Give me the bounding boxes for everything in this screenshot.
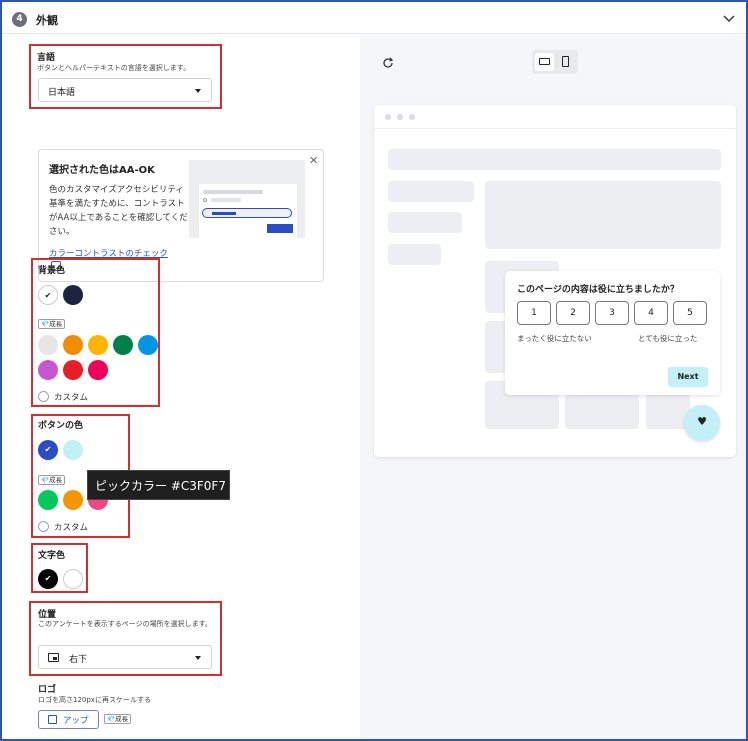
chevron-down-icon[interactable] [722,11,736,25]
contrast-title: 選択された色はAA-OK [49,165,155,176]
color-tooltip: ピックカラー #C3F0F7 [87,470,230,500]
gem-icon: 💎 [41,320,50,328]
illustration-button [267,224,293,233]
button-custom-label: カスタム [54,523,89,533]
button-color-label: ボタンの色 [38,421,84,431]
gem-icon: 💎 [107,715,116,723]
logo-help: ロゴを高さ120pxに再スケールする [38,696,151,704]
language-select[interactable]: 日本語 [38,78,212,102]
placeholder-header [388,149,721,170]
language-help: ボタンとヘルパーテキストの言語を選択します。 [37,64,191,72]
language-label: 言語 [37,53,56,63]
background-swatch-purple[interactable] [38,360,58,380]
contrast-illustration [189,160,305,238]
button-swatch-green[interactable] [38,490,58,510]
upload-label: アップ [63,716,89,726]
mobile-icon [562,56,569,67]
background-swatch-pink[interactable] [88,360,108,380]
heart-icon: ♥ [697,415,707,428]
refresh-icon[interactable] [382,57,394,69]
button-swatch-blue[interactable] [38,440,58,460]
illustration-radio [203,198,207,202]
close-icon[interactable]: ✕ [309,154,318,167]
background-highlight [31,258,160,407]
position-help: このアンケートを表示するページの場所を選択します。 [38,620,212,628]
upload-image-icon [48,715,57,724]
survey-question: このページの内容は役に立ちましたか？ [517,285,679,295]
scale-option-2[interactable]: 2 [556,301,590,325]
background-swatch-white[interactable] [38,285,58,306]
scale-option-3[interactable]: 3 [595,301,629,325]
next-button[interactable]: Next [668,367,708,387]
illustration-line [211,198,241,202]
window-dot [397,114,403,120]
desktop-view-button[interactable] [535,53,554,71]
text-swatch-white[interactable] [63,569,83,589]
step-number: 4 [12,12,27,27]
background-swatch-blue[interactable] [138,335,158,355]
scale-option-5[interactable]: 5 [673,301,707,325]
device-toggle [532,50,578,74]
scale-option-4[interactable]: 4 [634,301,668,325]
chevron-down-icon [195,89,201,93]
position-select[interactable]: 右下 [38,645,212,669]
app-frame: 4 外観 言語 ボタンとヘルパーテキストの言語を選択します。 日本語 選択された… [0,0,748,741]
background-swatch-navy[interactable] [63,285,83,305]
growth-badge: 💎成長 [38,475,66,485]
feedback-launcher-button[interactable]: ♥ [684,405,720,441]
background-swatch-gray[interactable] [38,335,58,355]
section-header[interactable]: 4 外観 [2,2,746,34]
button-custom-radio[interactable] [38,521,49,532]
placeholder-sidebar [388,244,441,265]
placeholder-sidebar [388,181,474,202]
scale-low-label: まったく役に立たない [517,334,592,343]
placeholder-sidebar [388,212,462,233]
mobile-view-button[interactable] [556,53,575,71]
background-swatch-red[interactable] [63,360,83,380]
illustration-line [203,190,263,194]
preview-panel: このページの内容は役に立ちましたか？ 1 2 3 4 5 まったく役に立たない … [360,35,746,739]
contrast-body: 色のカスタマイズアクセシビリティ基準を満たすために、コントラストがAA以上である… [49,185,188,237]
background-swatch-yellow[interactable] [88,335,108,355]
growth-badge: 💎成長 [38,319,66,329]
text-swatch-black[interactable] [38,569,58,589]
growth-badge: 💎成長 [104,714,132,724]
survey-widget: このページの内容は役に立ちましたか？ 1 2 3 4 5 まったく役に立たない … [505,271,720,395]
button-swatch-cyan[interactable] [63,440,83,460]
button-swatch-orange[interactable] [63,490,83,510]
bottom-right-icon [48,653,59,662]
scale-option-1[interactable]: 1 [517,301,551,325]
position-value: 右下 [69,655,88,665]
position-label: 位置 [38,610,57,620]
scale-high-label: とても役に立った [638,334,698,343]
gem-icon: 💎 [41,476,50,484]
placeholder-hero [485,181,721,249]
desktop-icon [539,58,550,65]
background-custom-label: カスタム [54,393,89,403]
window-dot [409,114,415,120]
section-title: 外観 [36,14,58,27]
settings-panel: 言語 ボタンとヘルパーテキストの言語を選択します。 日本語 選択された色はAA-… [2,35,358,739]
logo-label: ロゴ [38,685,57,695]
browser-mockup: このページの内容は役に立ちましたか？ 1 2 3 4 5 まったく役に立たない … [374,105,736,457]
background-swatch-orange[interactable] [63,335,83,355]
language-value: 日本語 [48,88,76,98]
text-color-label: 文字色 [38,551,66,561]
logo-upload-button[interactable]: アップ [38,710,99,729]
chevron-down-icon [195,656,201,660]
background-swatch-green[interactable] [113,335,133,355]
browser-titlebar [374,105,736,129]
background-custom-radio[interactable] [38,391,49,402]
illustration-line [212,212,236,215]
window-dot [385,114,391,120]
background-label: 背景色 [38,266,66,276]
